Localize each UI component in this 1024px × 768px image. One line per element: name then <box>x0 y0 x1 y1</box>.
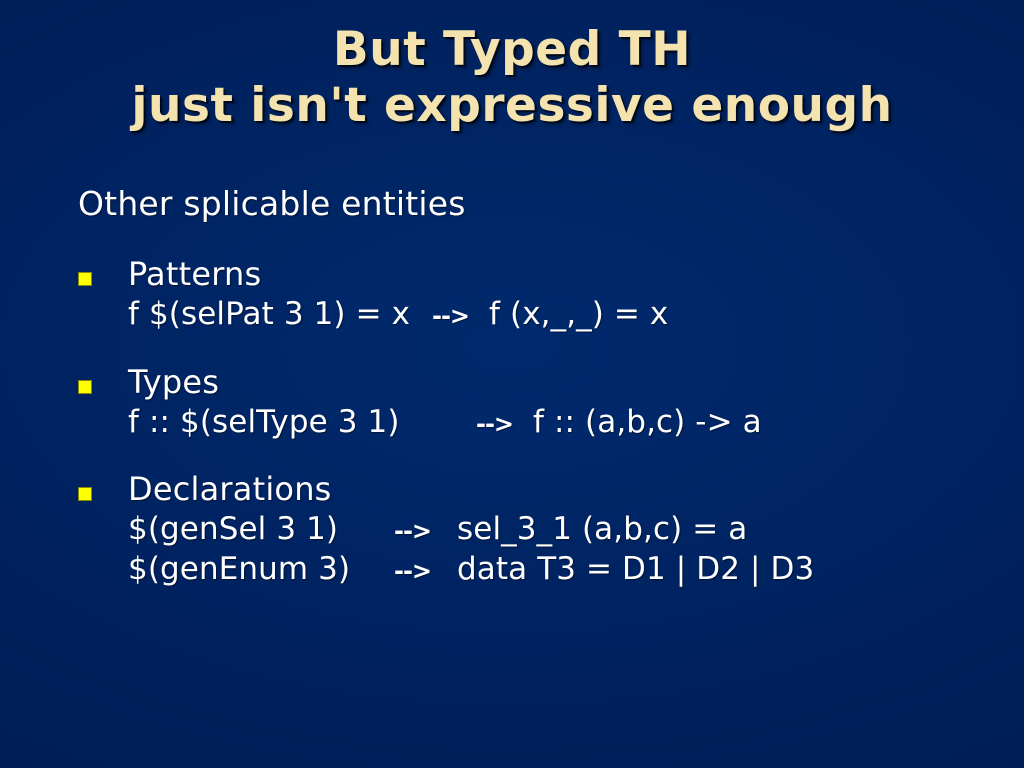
bullet-heading: Patterns <box>128 255 262 293</box>
presentation-slide: But Typed TH just isn't expressive enoug… <box>0 0 1024 768</box>
code-block: f $(selPat 3 1) = x --> f (x,_,_) = x <box>128 295 978 335</box>
rewrite-arrow-icon: --> <box>432 302 470 331</box>
square-bullet-icon <box>78 487 92 502</box>
slide-lead-text: Other splicable entities <box>78 184 466 223</box>
bullet-heading: Declarations <box>128 470 332 509</box>
code-right-hand-side: f (x,_,_) = x <box>489 296 669 333</box>
square-bullet-icon <box>78 272 92 286</box>
slide-title-line-2: just isn't expressive enough <box>131 77 893 133</box>
code-left-hand-side: f $(selPat 3 1) = x <box>128 296 411 333</box>
code-row: $(genSel 3 1) --> sel_3_1 (a,b,c) = a <box>128 510 978 550</box>
code-right-hand-side: sel_3_1 (a,b,c) = a <box>457 511 748 548</box>
slide-title: But Typed TH just isn't expressive enoug… <box>0 26 1024 130</box>
code-block: $(genSel 3 1) --> sel_3_1 (a,b,c) = a $(… <box>128 510 978 589</box>
code-row: f :: $(selType 3 1) --> f :: (a,b,c) -> … <box>128 403 978 443</box>
bullet-list: Patterns f $(selPat 3 1) = x --> f (x,_,… <box>78 255 978 590</box>
code-left-hand-side: f :: $(selType 3 1) <box>128 403 400 440</box>
code-row: $(genEnum 3) --> data T3 = D1 | D2 | D3 <box>128 550 978 590</box>
bullet-group-patterns: Patterns f $(selPat 3 1) = x --> f (x,_,… <box>78 255 978 335</box>
bullet-group-types: Types f :: $(selType 3 1) --> f :: (a,b,… <box>78 363 978 443</box>
code-right-hand-side: f :: (a,b,c) -> a <box>533 403 762 440</box>
code-right-hand-side: data T3 = D1 | D2 | D3 <box>457 551 815 588</box>
bullet-heading: Types <box>128 362 220 401</box>
rewrite-arrow-icon: --> <box>394 557 432 586</box>
square-bullet-icon <box>78 379 92 394</box>
code-left-hand-side: $(genEnum 3) <box>128 551 351 588</box>
rewrite-arrow-icon: --> <box>394 517 432 546</box>
rewrite-arrow-icon: --> <box>476 409 514 438</box>
code-block: f :: $(selType 3 1) --> f :: (a,b,c) -> … <box>128 403 978 443</box>
slide-title-line-1: But Typed TH <box>332 22 692 77</box>
bullet-group-declarations: Declarations $(genSel 3 1) --> sel_3_1 (… <box>78 470 978 589</box>
code-left-hand-side: $(genSel 3 1) <box>128 511 339 548</box>
code-row: f $(selPat 3 1) = x --> f (x,_,_) = x <box>128 295 978 335</box>
